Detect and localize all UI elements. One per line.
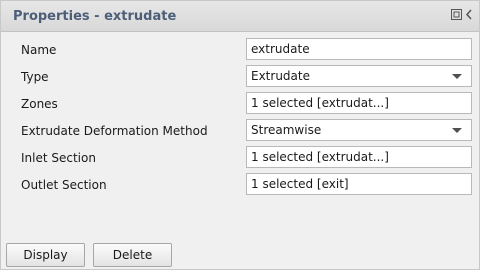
title-icons xyxy=(451,9,473,20)
inlet-section-field[interactable]: 1 selected [extrudat...] xyxy=(246,146,472,168)
panel-title: Properties - extrudate xyxy=(13,9,177,24)
deformation-method-select[interactable]: Streamwise xyxy=(246,119,472,141)
inlet-section-label: Inlet Section xyxy=(21,151,96,165)
outlet-section-label: Outlet Section xyxy=(21,178,107,192)
name-label: Name xyxy=(21,43,57,57)
display-button[interactable]: Display xyxy=(6,243,85,267)
panel-title-bar: Properties - extrudate xyxy=(1,1,479,32)
name-field[interactable]: extrudate xyxy=(246,38,472,60)
properties-panel: Properties - extrudate Name extrudate Ty… xyxy=(0,0,480,270)
zones-label: Zones xyxy=(21,97,58,111)
zones-field[interactable]: 1 selected [extrudat...] xyxy=(246,92,472,114)
collapse-icon[interactable] xyxy=(465,9,473,20)
deformation-method-label: Extrudate Deformation Method xyxy=(21,124,208,138)
delete-button[interactable]: Delete xyxy=(93,243,172,267)
type-select[interactable]: Extrudate xyxy=(246,65,472,87)
outlet-section-field[interactable]: 1 selected [exit] xyxy=(246,173,472,195)
type-label: Type xyxy=(21,70,49,84)
undock-icon[interactable] xyxy=(451,9,462,20)
